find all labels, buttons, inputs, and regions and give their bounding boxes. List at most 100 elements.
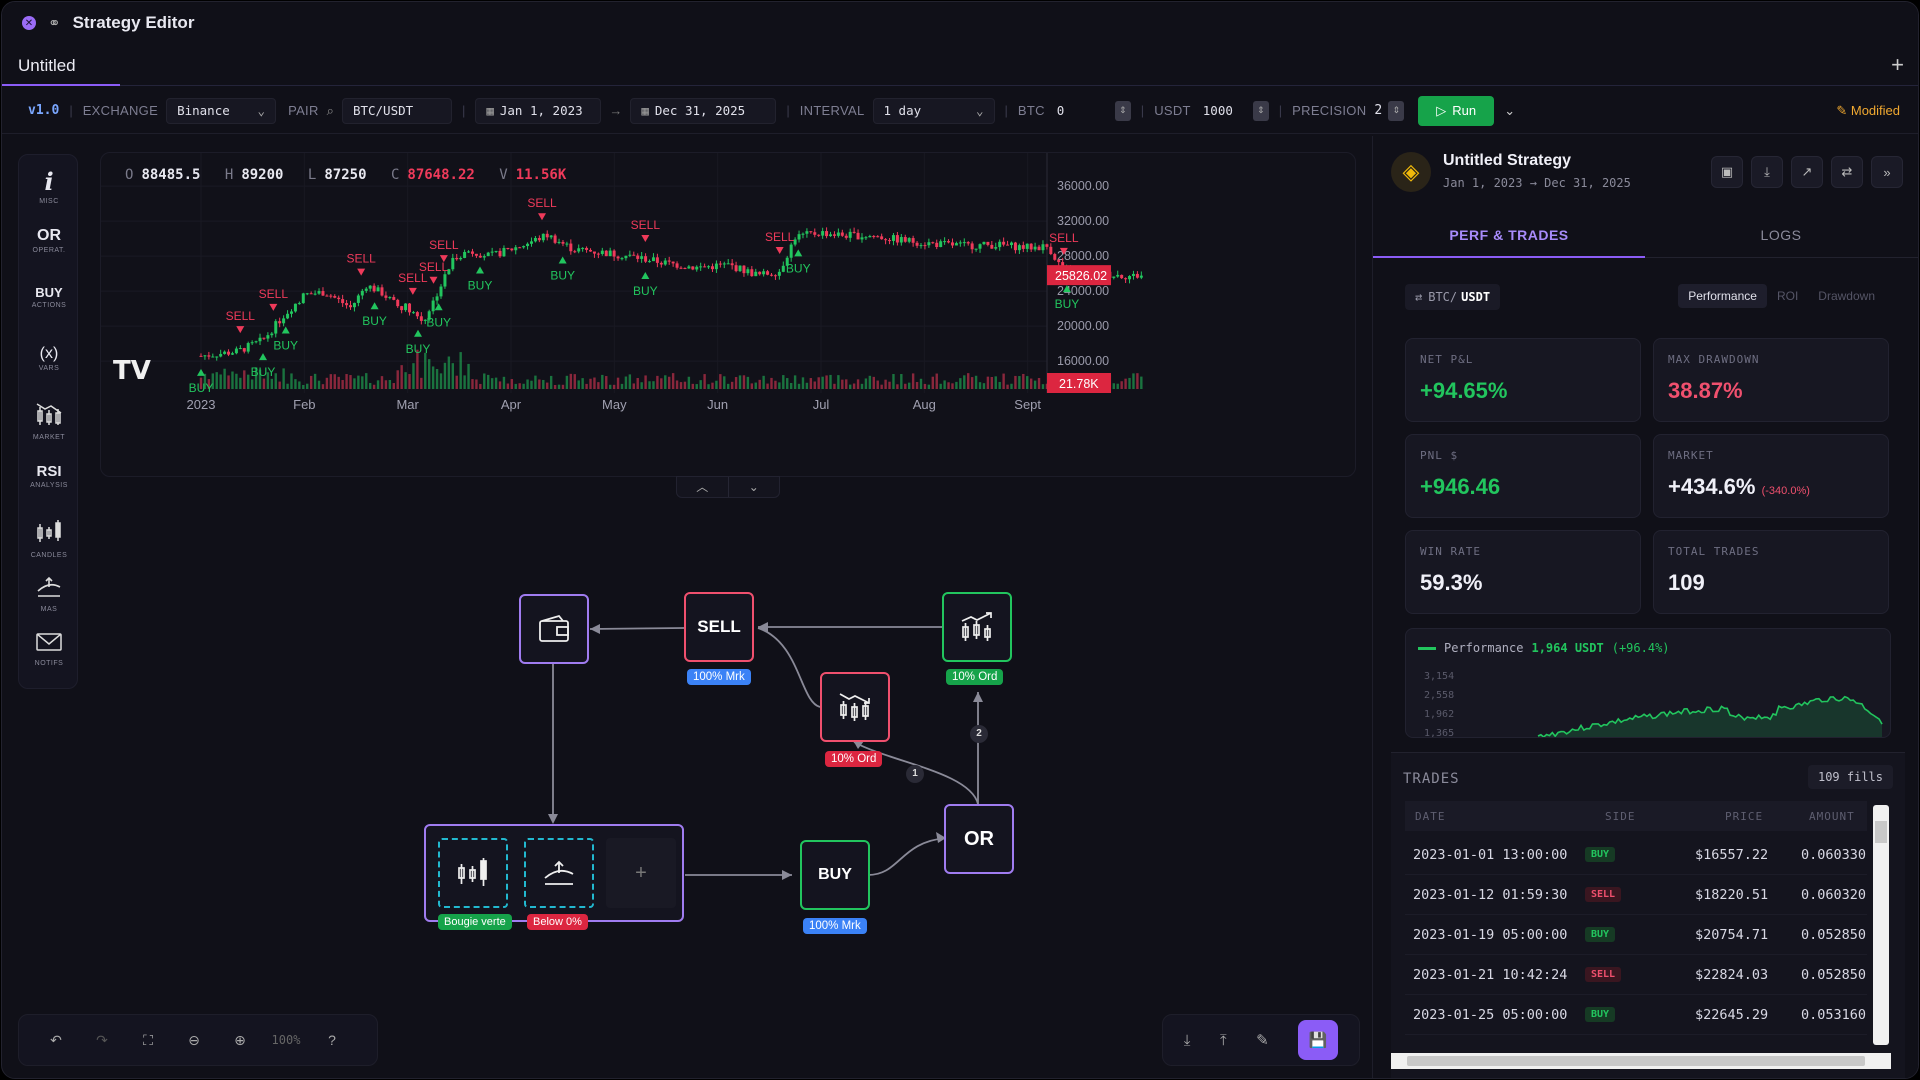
green-candle-condition[interactable] [438,838,508,908]
volume-bar [990,376,994,389]
trade-row[interactable]: 2023-01-12 01:59:30 SELL $18220.51 0.060320 [1405,875,1867,915]
palette-actions[interactable]: BUY ACTIONS [19,285,79,309]
volume-bar [581,378,584,389]
palette-candles[interactable]: CANDLES [19,519,79,559]
buy-arrow-icon [476,266,484,274]
download-icon[interactable]: ⤓ [1184,1032,1191,1049]
candle-body [345,303,349,306]
palette-misc[interactable]: i MISC [19,167,79,205]
close-window-icon[interactable]: ✕ [22,16,36,30]
tab-bar: Untitled + [2,46,1918,86]
candle-body [777,271,781,276]
candle-body [356,295,360,303]
save-button[interactable]: 💾 [1298,1020,1339,1060]
palette-analysis[interactable]: RSI ANALYSIS [19,463,79,489]
candle-body [710,266,714,270]
volume-bar [758,379,761,389]
palette-vars[interactable]: (x) VARS [19,345,79,372]
download-icon[interactable]: ⤓ [1751,156,1783,188]
fit-view-icon[interactable]: ⛶ [125,1032,171,1049]
redo-icon[interactable]: ↷ [79,1032,125,1049]
candle-body [899,237,903,243]
end-date-input[interactable]: ▦ Dec 31, 2025 [630,97,777,124]
add-tab-icon[interactable]: + [1891,52,1904,78]
pair-chip[interactable]: ⇄ BTC / USDT [1405,284,1501,310]
volume-bar [746,376,750,389]
candle-body [1025,243,1029,249]
view-tab-roi[interactable]: ROI [1767,284,1808,308]
moving-average-condition[interactable] [524,838,594,908]
precision-stepper-icon[interactable]: ⇕ [1388,100,1405,121]
candle-body [620,258,624,260]
collapse-panel-icon[interactable]: » [1871,156,1903,188]
view-tab-drawdown[interactable]: Drawdown [1808,284,1885,308]
sell-node[interactable]: SELL [684,592,754,662]
wallet-node[interactable] [519,594,589,664]
tab-untitled[interactable]: Untitled [2,46,120,86]
upload-icon[interactable]: ⤒ [1220,1032,1227,1049]
condition-group-node[interactable]: + [424,824,684,922]
volume-bar [608,384,612,389]
precision-value[interactable]: 2 [1374,103,1382,118]
btc-stepper-icon[interactable]: ⇕ [1114,100,1131,121]
candle-body [1128,276,1132,280]
exchange-select[interactable]: Binance ⌄ [166,97,277,124]
pnl-usd-card: PNL $ +946.46 [1405,434,1641,518]
buy-node[interactable]: BUY [800,840,870,910]
trades-horizontal-scrollbar[interactable] [1391,1053,1891,1069]
candle-body [994,247,998,249]
interval-select[interactable]: 1 day ⌄ [872,97,995,124]
scroll-thumb[interactable] [1407,1056,1865,1066]
scroll-thumb[interactable] [1875,821,1887,843]
zoom-in-icon[interactable]: ⊕ [217,1032,263,1049]
start-date-input[interactable]: ▦ Jan 1, 2023 [475,97,602,124]
swap-icon[interactable]: ⇄ [1831,156,1863,188]
trade-row[interactable]: 2023-01-19 05:00:00 BUY $20754.71 0.052850 [1405,915,1867,955]
tab-perf-trades[interactable]: PERF & TRADES [1373,214,1645,258]
external-link-icon[interactable]: ↗ [1791,156,1823,188]
run-options-chevron-icon[interactable]: ⌄ [1504,103,1515,119]
palette-notifs[interactable]: NOTIFS [19,631,79,667]
market-up-node[interactable] [942,592,1012,662]
trade-row[interactable]: 2023-01-21 10:42:24 SELL $22824.03 0.052850 [1405,955,1867,995]
usdt-input[interactable]: 1000 [1199,98,1247,124]
add-condition-button[interactable]: + [606,838,676,908]
market-down-icon [839,693,870,721]
expand-down-icon[interactable]: ⌄ [727,477,780,497]
volume-bar [479,383,482,389]
market-down-node[interactable] [820,672,890,742]
candle-body [604,250,608,257]
trade-amount: 0.060330 [1801,847,1867,863]
zoom-out-icon[interactable]: ⊖ [171,1032,217,1049]
volume-bar [715,380,718,389]
undo-icon[interactable]: ↶ [33,1032,79,1049]
save-icon[interactable]: ▣ [1711,156,1743,188]
candle-body [309,293,313,295]
view-tab-performance[interactable]: Performance [1678,284,1767,308]
palette-mas[interactable]: MAS [19,575,79,613]
chevron-down-icon: ⌄ [257,103,266,118]
trade-row[interactable]: 2023-01-25 05:00:00 BUY $22645.29 0.053160 [1405,995,1867,1035]
help-icon[interactable]: ? [309,1032,355,1048]
trades-vertical-scrollbar[interactable] [1873,805,1889,1045]
sell-signal-label: SELL [631,218,661,232]
usdt-stepper-icon[interactable]: ⇕ [1252,100,1269,121]
trade-row[interactable]: 2023-01-01 13:00:00 BUY $16557.22 0.060330 [1405,835,1867,875]
win-rate-value: 59.3% [1420,570,1483,595]
buy-signal-label: BUY [468,279,493,293]
price-chart[interactable]: O 88485.5 H 89200 L 87250 C 87648.22 V 11.56K… [100,152,1356,477]
pair-input[interactable]: BTC/USDT [341,97,452,124]
volume-bar [549,375,553,389]
candle-body [305,293,309,295]
tab-logs[interactable]: LOGS [1645,214,1917,258]
btc-input[interactable]: 0 [1053,98,1109,124]
collapse-up-icon[interactable]: ︿ [677,477,728,497]
sell-signal-label: SELL [346,252,376,266]
palette-market[interactable]: MARKET [19,401,79,441]
volume-bar [872,376,875,389]
or-node[interactable]: OR [944,804,1014,874]
edit-icon[interactable]: ✎ [1256,1031,1269,1049]
palette-operators[interactable]: OR OPERAT. [19,227,79,254]
candle-body [868,236,872,238]
run-button[interactable]: ▷ Run [1418,95,1495,126]
